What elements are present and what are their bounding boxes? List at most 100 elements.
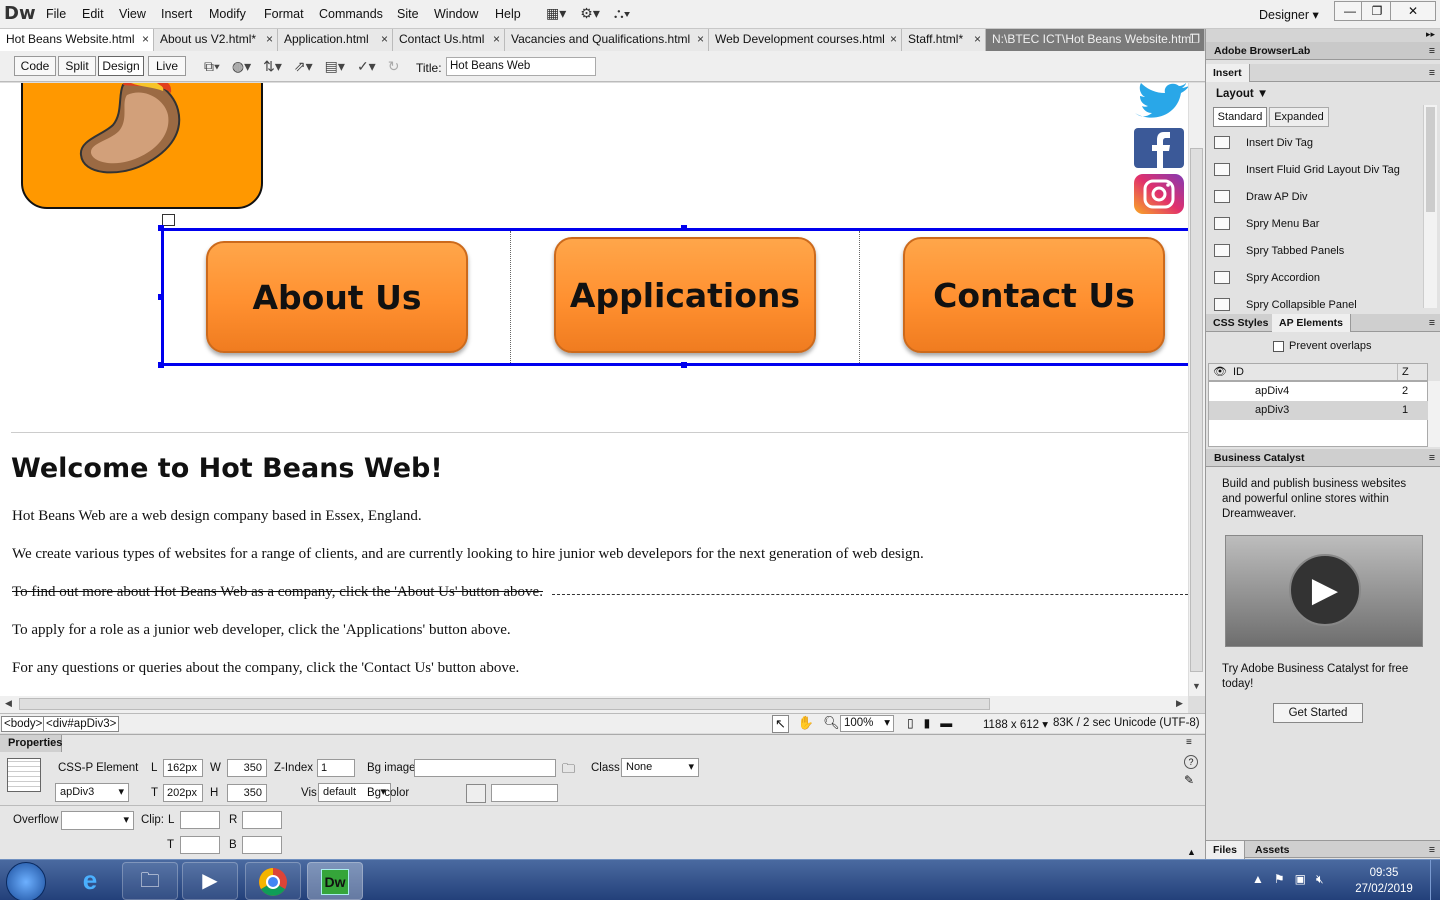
bg-image-input[interactable] <box>414 759 556 777</box>
clip-l-input[interactable] <box>180 811 220 829</box>
code-view-button[interactable]: Code <box>14 56 56 76</box>
collapse-icon[interactable]: ▲ <box>1187 847 1196 857</box>
layout-category-select[interactable]: Layout ▼ <box>1216 88 1268 100</box>
show-desktop-button[interactable] <box>1430 860 1440 900</box>
show-hidden-icons-icon[interactable]: ▲ <box>1252 872 1264 887</box>
hand-icon[interactable]: ✋ <box>798 715 814 733</box>
close-icon[interactable]: × <box>381 29 388 50</box>
resize-handle[interactable] <box>681 225 687 231</box>
close-icon[interactable]: × <box>974 29 981 50</box>
panel-menu-icon[interactable]: ≡ <box>1429 841 1435 859</box>
facebook-icon[interactable] <box>1133 127 1184 168</box>
ap-scrollbar[interactable] <box>1428 381 1440 447</box>
menu-commands[interactable]: Commands <box>319 7 383 21</box>
horizontal-scroll-thumb[interactable] <box>19 698 990 710</box>
design-canvas[interactable]: About Us Applications Contact Us Welcome… <box>0 83 1188 696</box>
about-us-button[interactable]: About Us <box>206 241 468 353</box>
panel-menu-icon[interactable]: ≡ <box>1429 42 1435 60</box>
color-picker[interactable] <box>466 784 486 803</box>
insert-fluid-grid[interactable]: Insert Fluid Grid Layout Div Tag <box>1246 164 1400 176</box>
h-input[interactable]: 350 <box>227 784 267 802</box>
spry-accordion[interactable]: Spry Accordion <box>1246 272 1320 284</box>
file-management-icon[interactable]: ⇅▾ <box>263 58 282 75</box>
class-select[interactable]: None <box>621 758 699 777</box>
preview-browser-icon[interactable]: ◍▾ <box>232 58 251 75</box>
tag-selector-div[interactable]: <div#apDiv3> <box>43 716 120 732</box>
close-icon[interactable]: × <box>890 29 897 50</box>
close-icon[interactable]: × <box>266 29 273 50</box>
panel-menu-icon[interactable]: ≡ <box>1429 314 1435 332</box>
element-id-select[interactable]: apDiv3 <box>55 783 129 802</box>
panel-menu-icon[interactable]: ≡ <box>1186 737 1192 748</box>
l-input[interactable]: 162px <box>163 759 203 777</box>
edit-rule-icon[interactable]: ✎ <box>1184 773 1194 787</box>
resize-handle[interactable] <box>158 294 164 300</box>
menu-modify[interactable]: Modify <box>209 7 246 21</box>
menu-window[interactable]: Window <box>434 7 478 21</box>
zindex-input[interactable]: 1 <box>317 759 355 777</box>
ap-row-selected[interactable]: apDiv3 1 <box>1209 401 1428 420</box>
vertical-scroll-thumb[interactable] <box>1190 148 1203 672</box>
tab-hot-beans-website[interactable]: Hot Beans Website.html × <box>0 29 154 51</box>
clip-b-input[interactable] <box>242 836 282 854</box>
spry-collapsible-panel[interactable]: Spry Collapsible Panel <box>1246 299 1357 311</box>
tab-ap-elements[interactable]: AP Elements <box>1272 314 1351 332</box>
expanded-mode-button[interactable]: Expanded <box>1269 107 1329 127</box>
applications-button[interactable]: Applications <box>554 237 816 353</box>
help-icon[interactable]: ? <box>1184 755 1198 769</box>
scroll-right-arrow-icon[interactable]: ▶ <box>1176 698 1183 709</box>
scroll-left-arrow-icon[interactable]: ◀ <box>5 698 12 709</box>
menu-view[interactable]: View <box>119 7 146 21</box>
menu-site[interactable]: Site <box>397 7 419 21</box>
window-size[interactable]: 1188 x 612 ▾ <box>983 717 1048 731</box>
clip-r-input[interactable] <box>242 811 282 829</box>
twitter-icon[interactable] <box>1133 83 1188 123</box>
instagram-icon[interactable] <box>1133 173 1184 214</box>
resize-handle[interactable] <box>158 225 164 231</box>
tab-vacancies[interactable]: Vacancies and Qualifications.html × <box>505 29 709 51</box>
network-icon[interactable]: ▣ <box>1295 872 1306 887</box>
validate-icon[interactable]: ✓▾ <box>357 58 376 75</box>
panel-menu-icon[interactable]: ≡ <box>1429 64 1435 82</box>
scroll-down-arrow-icon[interactable]: ▼ <box>1192 681 1201 691</box>
tab-web-development-courses[interactable]: Web Development courses.html × <box>709 29 902 51</box>
tab-assets[interactable]: Assets <box>1248 841 1296 859</box>
tag-selector-body[interactable]: <body> <box>1 716 46 732</box>
tab-contact-us[interactable]: Contact Us.html × <box>393 29 505 51</box>
bg-color-input[interactable] <box>491 784 558 802</box>
tab-files[interactable]: Files <box>1206 841 1245 859</box>
close-button[interactable]: ✕ <box>1390 1 1436 21</box>
draw-ap-div[interactable]: Draw AP Div <box>1246 191 1308 203</box>
prevent-overlaps-checkbox[interactable] <box>1273 341 1284 352</box>
zoom-select[interactable]: 100% ▾ <box>840 715 894 732</box>
contact-us-button[interactable]: Contact Us <box>903 237 1165 353</box>
tab-application[interactable]: Application.html × <box>278 29 393 51</box>
layout-icon[interactable]: ▦▾ <box>546 5 566 22</box>
play-icon[interactable]: ▶ <box>1289 554 1361 626</box>
ap-div-nav[interactable]: About Us Applications Contact Us <box>161 228 1188 366</box>
browserlab-panel-header[interactable]: Adobe BrowserLab ≡ <box>1206 42 1440 60</box>
insert-scrollbar[interactable] <box>1423 105 1437 308</box>
explorer-icon[interactable]: 🗀︎ <box>122 862 178 900</box>
tablet-size-icon[interactable]: ▮ <box>924 716 931 730</box>
collapse-panels-icon[interactable]: ▸▸ <box>1426 29 1435 40</box>
gear-icon[interactable]: ⚙▾ <box>580 5 600 22</box>
close-icon[interactable]: × <box>493 29 500 50</box>
dreamweaver-icon[interactable]: Dw <box>307 862 363 900</box>
folder-icon[interactable]: 🗀︎ <box>562 760 575 782</box>
taskbar-clock[interactable]: 09:35 27/02/2019 <box>1344 865 1424 897</box>
mobile-size-icon[interactable]: ▯ <box>907 716 914 730</box>
action-center-flag-icon[interactable]: ⚑ <box>1274 872 1285 887</box>
menu-insert[interactable]: Insert <box>161 7 192 21</box>
restore-doc-icon[interactable]: ❐ <box>1189 29 1200 50</box>
spry-tabbed-panels[interactable]: Spry Tabbed Panels <box>1246 245 1344 257</box>
w-input[interactable]: 350 <box>227 759 267 777</box>
eye-icon[interactable]: 👁︎ <box>1213 364 1227 380</box>
menu-format[interactable]: Format <box>264 7 304 21</box>
insert-scroll-thumb[interactable] <box>1426 107 1435 212</box>
get-started-button[interactable]: Get Started <box>1273 703 1363 723</box>
tab-staff[interactable]: Staff.html* × <box>902 29 986 51</box>
desktop-size-icon[interactable]: ▬ <box>940 716 952 730</box>
tab-insert[interactable]: Insert <box>1206 64 1250 82</box>
design-view-button[interactable]: Design <box>98 56 144 76</box>
